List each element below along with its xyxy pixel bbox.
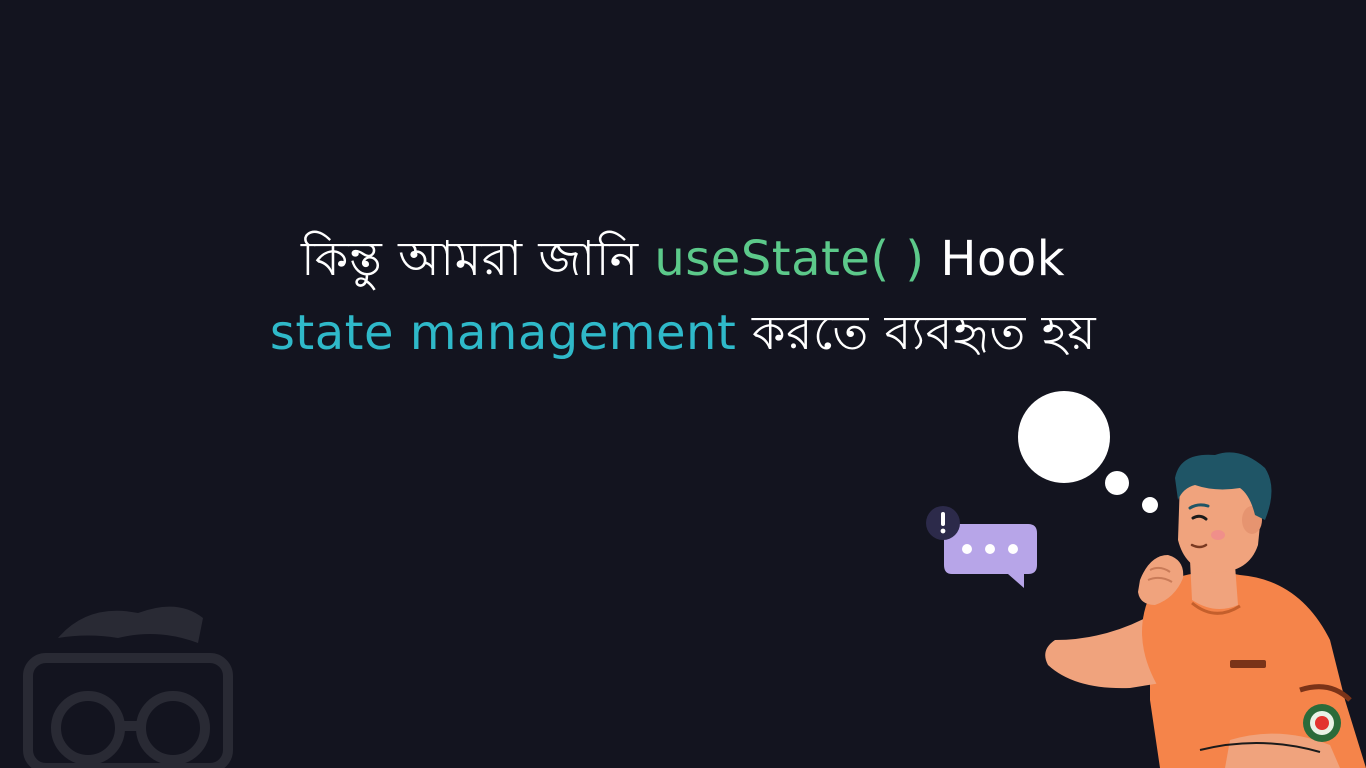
chat-dots-icon: [944, 524, 1037, 588]
video-frame: কিন্তু আমরা জানি useState( ) Hook state …: [0, 0, 1366, 768]
exclamation-icon: [926, 506, 960, 540]
record-badge-icon: [1303, 704, 1341, 742]
thinking-man-illustration: [926, 391, 1366, 768]
thought-bubble-icon: [1018, 391, 1158, 513]
